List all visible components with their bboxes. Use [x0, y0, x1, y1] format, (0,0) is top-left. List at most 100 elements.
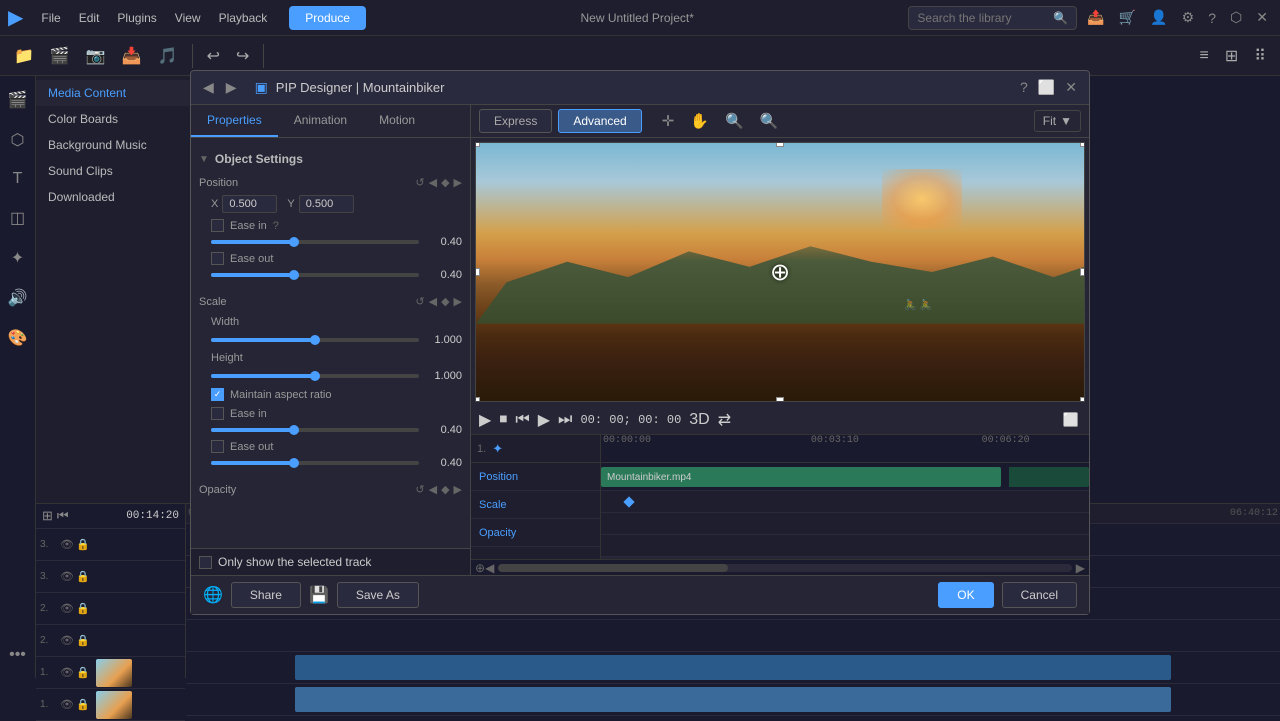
grid-view-icon[interactable]: ⊞: [1219, 42, 1244, 70]
handle-middle-right[interactable]: [1080, 268, 1085, 276]
pip-tab-animation[interactable]: Animation: [278, 105, 363, 137]
scale-diamond-icon[interactable]: ◆: [441, 295, 449, 308]
tl-position-label[interactable]: Position: [471, 463, 600, 491]
height-track[interactable]: [211, 374, 419, 378]
position-ease-in-track[interactable]: [211, 240, 419, 244]
menu-plugins[interactable]: Plugins: [109, 7, 164, 29]
maintain-aspect-checkbox[interactable]: ✓: [211, 388, 224, 401]
panel-item-background-music[interactable]: Background Music: [36, 132, 215, 158]
pip-cancel-button[interactable]: Cancel: [1002, 582, 1077, 608]
position-kf-start[interactable]: [624, 496, 635, 507]
pip-save-icon[interactable]: 💾: [309, 585, 329, 605]
pip-tab-motion[interactable]: Motion: [363, 105, 431, 137]
handle-bottom-left[interactable]: [475, 397, 480, 402]
bt-lock-icon-3a[interactable]: 🔒: [76, 538, 90, 551]
pip-save-as-button[interactable]: Save As: [337, 582, 419, 608]
move-tool-icon[interactable]: ✛: [656, 109, 681, 133]
3d-button[interactable]: 3D: [689, 411, 709, 429]
menu-file[interactable]: File: [33, 7, 68, 29]
pip-back-icon[interactable]: ◀: [201, 77, 216, 98]
object-settings-header[interactable]: ▼ Object Settings: [199, 146, 462, 172]
play-button[interactable]: ▶: [479, 410, 491, 430]
help-icon[interactable]: ?: [1204, 8, 1220, 28]
pip-maximize-icon[interactable]: ⬜: [1036, 77, 1057, 98]
position-ease-out-checkbox[interactable]: [211, 252, 224, 265]
cart-icon[interactable]: 🛒: [1115, 7, 1140, 28]
next-single-button[interactable]: ▶: [538, 410, 550, 430]
position-ease-in-checkbox[interactable]: [211, 219, 224, 232]
bt-eye-icon-2a[interactable]: 👁: [60, 602, 74, 615]
width-track[interactable]: [211, 338, 419, 342]
bt-eye-icon-3a[interactable]: 👁: [60, 538, 74, 551]
position-y-value[interactable]: 0.500: [299, 195, 354, 213]
tl-scroll-thumb[interactable]: [498, 564, 727, 572]
more-view-icon[interactable]: ⠿: [1248, 42, 1272, 70]
panel-item-downloaded[interactable]: Downloaded: [36, 184, 215, 210]
bt-eye-icon-1b[interactable]: 👁: [60, 698, 74, 711]
capture-icon[interactable]: 📷: [80, 42, 112, 70]
scale-next-icon[interactable]: ▶: [454, 295, 462, 308]
tl-clip[interactable]: Mountainbiker.mp4: [601, 467, 1001, 487]
panel-item-sound-clips[interactable]: Sound Clips: [36, 158, 215, 184]
handle-middle-left[interactable]: [475, 268, 480, 276]
bt-eye-icon-3b[interactable]: 👁: [60, 570, 74, 583]
undo-icon[interactable]: ↩: [201, 42, 226, 70]
media-sidebar-icon[interactable]: 🎬: [2, 84, 34, 116]
menu-playback[interactable]: Playback: [211, 7, 276, 29]
scale-ease-in-track[interactable]: [211, 428, 419, 432]
bt-lock-icon-3b[interactable]: 🔒: [76, 570, 90, 583]
pip-share-button[interactable]: Share: [231, 582, 301, 608]
text-sidebar-icon[interactable]: T: [7, 164, 29, 194]
scale-ease-in-checkbox[interactable]: [211, 407, 224, 420]
position-reset-icon[interactable]: ↺: [415, 176, 424, 189]
scale-ease-out-checkbox[interactable]: [211, 440, 224, 453]
bt-skip-icon[interactable]: ⏮: [57, 508, 69, 524]
bt-clip-1[interactable]: [295, 655, 1170, 680]
tl-scroll-left-icon[interactable]: ◀: [485, 561, 494, 575]
bt-clip-1b[interactable]: [295, 687, 1170, 712]
list-view-icon[interactable]: ≡: [1194, 43, 1215, 69]
bt-lock-icon-1a[interactable]: 🔒: [76, 666, 90, 679]
bt-eye-icon-1a[interactable]: 👁: [60, 666, 74, 679]
panel-item-media-content[interactable]: Media Content: [36, 80, 215, 106]
close-icon[interactable]: ✕: [1252, 7, 1272, 28]
redo-icon[interactable]: ↪: [230, 42, 255, 70]
opacity-diamond-icon[interactable]: ◆: [441, 483, 449, 496]
import-icon[interactable]: 📥: [116, 42, 148, 70]
tl-scroll-right-icon[interactable]: ▶: [1076, 561, 1085, 575]
tl-scroll-track[interactable]: [498, 564, 1071, 572]
opacity-next-icon[interactable]: ▶: [454, 483, 462, 496]
search-input[interactable]: [917, 11, 1047, 25]
opacity-prev-icon[interactable]: ◀: [429, 483, 437, 496]
export-icon[interactable]: 📤: [1083, 7, 1108, 28]
pip-web-icon[interactable]: 🌐: [203, 585, 223, 605]
pip-close-icon[interactable]: ✕: [1063, 77, 1079, 98]
bt-lock-icon-2b[interactable]: 🔒: [76, 634, 90, 647]
position-x-value[interactable]: 0.500: [222, 195, 277, 213]
music-icon[interactable]: 🎵: [152, 42, 184, 70]
prev-frame-button[interactable]: ⏮: [515, 411, 529, 429]
express-mode-button[interactable]: Express: [479, 109, 552, 133]
resize-icon[interactable]: ⬡: [1226, 7, 1246, 28]
more-sidebar-icon[interactable]: •••: [3, 640, 32, 670]
fast-forward-button[interactable]: ⏭: [558, 411, 572, 429]
handle-bottom-middle[interactable]: [776, 397, 784, 402]
tl-scale-label[interactable]: Scale: [471, 491, 600, 519]
pip-forward-icon[interactable]: ▶: [224, 77, 239, 98]
scale-reset-icon[interactable]: ↺: [415, 295, 424, 308]
transitions-sidebar-icon[interactable]: ⬡: [5, 124, 31, 156]
position-next-icon[interactable]: ▶: [454, 176, 462, 189]
hand-tool-icon[interactable]: ✋: [684, 109, 715, 133]
media-icon[interactable]: 🎬: [44, 42, 76, 70]
search-icon[interactable]: 🔍: [1053, 11, 1068, 25]
position-prev-icon[interactable]: ◀: [429, 176, 437, 189]
scale-ease-out-track[interactable]: [211, 461, 419, 465]
advanced-mode-button[interactable]: Advanced: [558, 109, 641, 133]
settings-icon[interactable]: ⚙: [1178, 7, 1199, 28]
new-project-icon[interactable]: 📁: [8, 42, 40, 70]
panel-item-color-boards[interactable]: Color Boards: [36, 106, 215, 132]
tl-scroll-add-icon[interactable]: ⊕: [475, 561, 485, 575]
scale-prev-icon[interactable]: ◀: [429, 295, 437, 308]
bt-eye-icon-2b[interactable]: 👁: [60, 634, 74, 647]
produce-button[interactable]: Produce: [289, 6, 366, 30]
